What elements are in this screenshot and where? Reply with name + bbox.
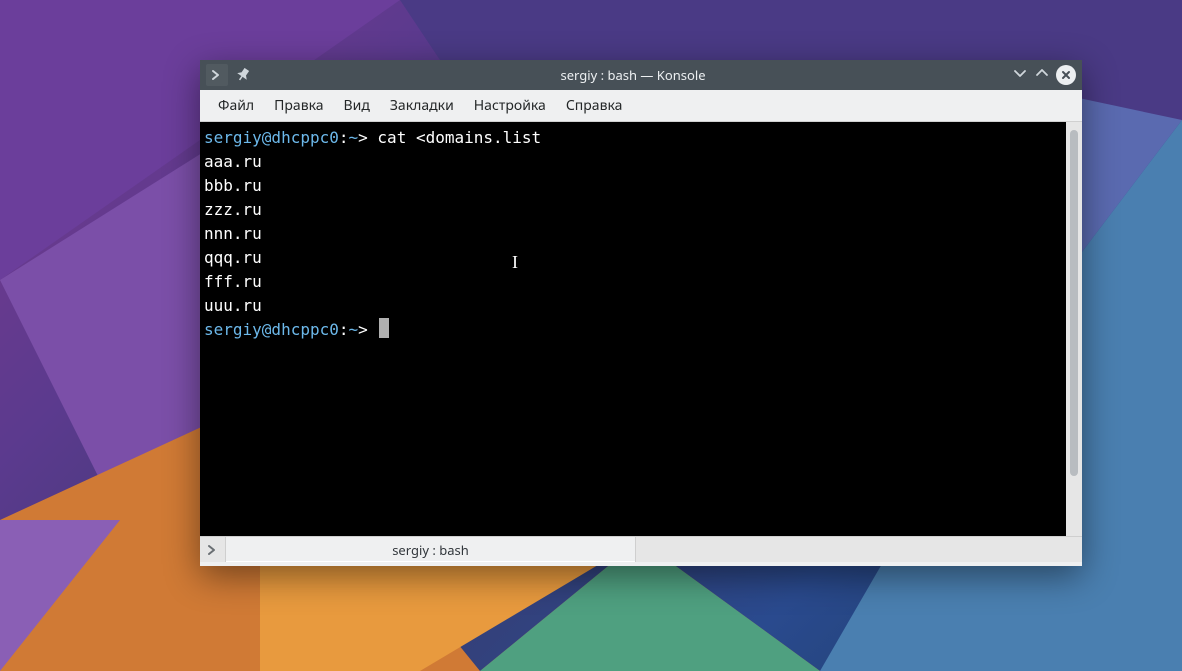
menu-view[interactable]: Вид bbox=[334, 92, 380, 119]
prompt-path: ~ bbox=[349, 320, 359, 339]
scrollbar-thumb[interactable] bbox=[1070, 130, 1078, 476]
scrollbar[interactable] bbox=[1066, 122, 1082, 536]
output-line: qqq.ru bbox=[204, 248, 262, 267]
prompt-sep: : bbox=[339, 128, 349, 147]
new-tab-button[interactable] bbox=[200, 537, 226, 562]
menu-file[interactable]: Файл bbox=[208, 92, 264, 119]
output-line: nnn.ru bbox=[204, 224, 262, 243]
text-cursor bbox=[379, 318, 389, 338]
close-button[interactable] bbox=[1056, 65, 1076, 85]
prompt-path: ~ bbox=[349, 128, 359, 147]
output-line: bbb.ru bbox=[204, 176, 262, 195]
prompt-icon[interactable] bbox=[206, 64, 228, 86]
output-line: aaa.ru bbox=[204, 152, 262, 171]
command-text: cat <domains.list bbox=[377, 128, 541, 147]
prompt-user: sergiy@dhcppc0 bbox=[204, 128, 339, 147]
minimize-button[interactable] bbox=[1012, 65, 1028, 85]
maximize-button[interactable] bbox=[1034, 65, 1050, 85]
menu-help[interactable]: Справка bbox=[556, 92, 633, 119]
output-line: zzz.ru bbox=[204, 200, 262, 219]
prompt-suffix: > bbox=[358, 320, 368, 339]
menubar: Файл Правка Вид Закладки Настройка Справ… bbox=[200, 90, 1082, 122]
window-bottom-border bbox=[200, 562, 1082, 566]
konsole-window: sergiy : bash — Konsole Файл Правка Вид … bbox=[200, 60, 1082, 566]
pin-icon[interactable] bbox=[232, 64, 254, 86]
output-line: uuu.ru bbox=[204, 296, 262, 315]
desktop: sergiy : bash — Konsole Файл Правка Вид … bbox=[0, 0, 1182, 671]
terminal-viewport[interactable]: sergiy@dhcppc0:~> cat <domains.list aaa.… bbox=[200, 122, 1066, 536]
menu-settings[interactable]: Настройка bbox=[464, 92, 556, 119]
ibeam-cursor-icon: I bbox=[512, 250, 518, 274]
tab-active[interactable]: sergiy : bash bbox=[226, 537, 636, 562]
menu-edit[interactable]: Правка bbox=[264, 92, 333, 119]
window-title: sergiy : bash — Konsole bbox=[254, 66, 1012, 84]
tab-label: sergiy : bash bbox=[392, 541, 469, 559]
prompt-suffix: > bbox=[358, 128, 368, 147]
tabbar: sergiy : bash bbox=[200, 536, 1082, 562]
prompt-user: sergiy@dhcppc0 bbox=[204, 320, 339, 339]
titlebar[interactable]: sergiy : bash — Konsole bbox=[200, 60, 1082, 90]
menu-bookmarks[interactable]: Закладки bbox=[380, 92, 464, 119]
output-line: fff.ru bbox=[204, 272, 262, 291]
